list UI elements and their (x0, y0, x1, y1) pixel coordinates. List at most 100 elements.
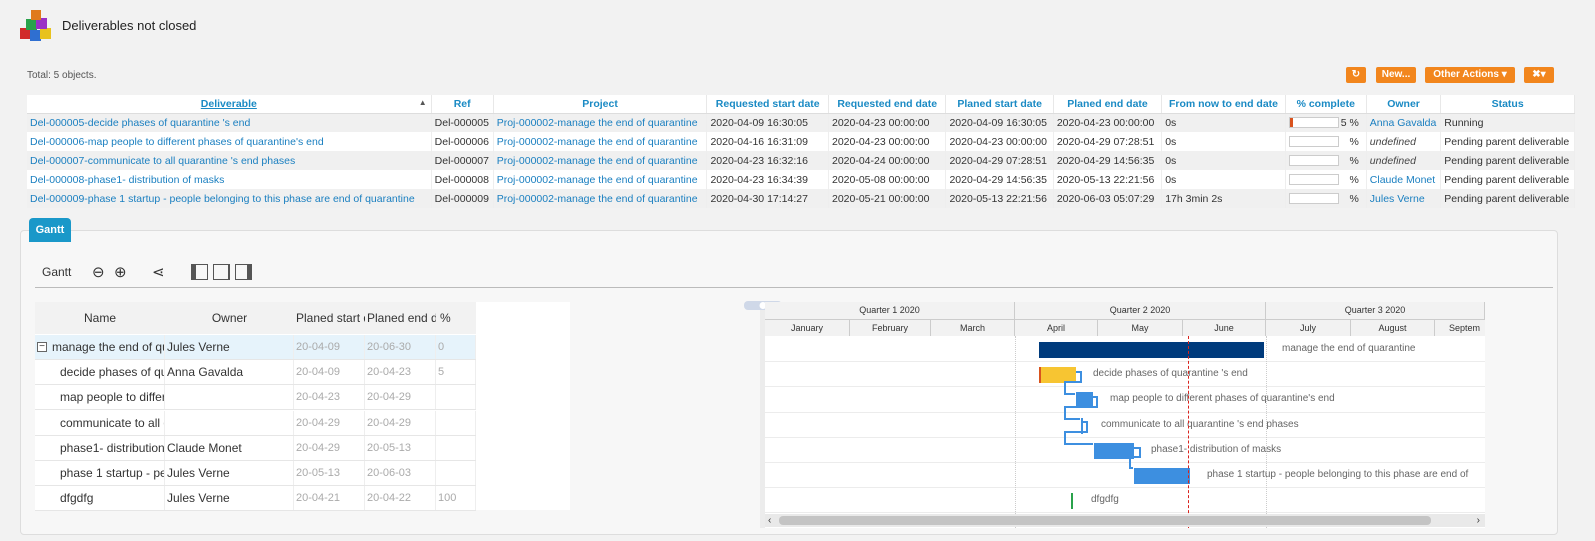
grid-col-end[interactable]: Planed end da (365, 302, 436, 334)
plan-start-cell: 2020-04-29 14:56:35 (945, 170, 1054, 189)
project-link[interactable]: Proj-000002-manage the end of quarantine (493, 170, 708, 189)
plan-end-cell: 2020-04-29 14:56:35 (1053, 151, 1163, 170)
refresh-button[interactable]: ↻ (1346, 67, 1366, 83)
col-plan-start[interactable]: Planed start date (945, 95, 1054, 114)
table-row[interactable]: Del-000007-communicate to all quarantine… (27, 151, 1575, 170)
layout-right-icon[interactable] (235, 264, 252, 280)
table-row[interactable]: Del-000006-map people to different phase… (27, 132, 1575, 151)
owner-cell[interactable]: undefined (1366, 151, 1442, 170)
dependency-link (1129, 447, 1141, 469)
table-row[interactable]: Del-000009-phase 1 startup - people belo… (27, 189, 1575, 208)
new-button[interactable]: New... (1376, 67, 1416, 83)
plan-start-cell: 2020-05-13 22:21:56 (945, 189, 1054, 208)
status-cell: Running (1440, 113, 1575, 132)
plan-start-cell: 2020-04-09 16:30:05 (945, 113, 1054, 132)
grid-cell-owner: Claude Monet (165, 435, 294, 460)
owner-cell[interactable]: Claude Monet (1366, 170, 1442, 189)
scroll-left-icon[interactable]: ‹ (768, 514, 771, 527)
req-start-cell: 2020-04-23 16:34:39 (706, 170, 829, 189)
col-from-now[interactable]: From now to end date (1161, 95, 1286, 114)
progress-fill (1289, 118, 1293, 128)
zoom-out-icon[interactable]: ⊖ (92, 265, 105, 280)
grid-cell-name: dfgdfg (35, 486, 165, 511)
pct-cell: % (1285, 189, 1367, 208)
grid-col-pct[interactable]: % (436, 302, 476, 334)
table-row[interactable]: Del-000005-decide phases of quarantine '… (27, 113, 1575, 132)
deliverable-link[interactable]: Del-000005-decide phases of quarantine '… (27, 113, 432, 132)
deliverable-link[interactable]: Del-000009-phase 1 startup - people belo… (27, 189, 432, 208)
gantt-grid-row[interactable]: decide phases of qu Anna Gavalda 20-04-09 2… (35, 360, 476, 386)
grid-cell-name: map people to differ (35, 385, 165, 410)
project-link[interactable]: Proj-000002-manage the end of quarantine (493, 113, 708, 132)
col-deliverable[interactable]: Deliverable ▲ (27, 95, 432, 114)
gantt-grid-row[interactable]: phase 1 startup - pe Jules Verne 20-05-13 2… (35, 461, 476, 486)
plan-start-cell: 2020-04-23 00:00:00 (945, 132, 1054, 151)
grid-cell-name: phase1- distribution (35, 435, 165, 460)
horizontal-scrollbar[interactable]: ‹ › (765, 514, 1485, 527)
layout-left-icon[interactable] (191, 264, 208, 280)
critical-path-icon[interactable]: ⋖ (152, 265, 165, 280)
deliverable-link[interactable]: Del-000007-communicate to all quarantine… (27, 151, 432, 170)
other-actions-button[interactable]: Other Actions ▾ (1425, 67, 1515, 83)
col-status[interactable]: Status (1440, 95, 1575, 114)
col-pct[interactable]: % complete (1285, 95, 1367, 114)
col-project[interactable]: Project (493, 95, 708, 114)
grid-cell-owner (165, 385, 294, 410)
grid-cell-pct: 0 (436, 335, 476, 359)
grid-cell-start: 20-04-21 (294, 486, 365, 511)
dependency-link (1064, 421, 1093, 445)
tab-gantt[interactable]: Gantt (29, 218, 71, 242)
col-ref[interactable]: Ref (431, 95, 494, 114)
scroll-right-icon[interactable]: › (1477, 514, 1480, 527)
col-req-start[interactable]: Requested start date (706, 95, 829, 114)
gantt-grid-row[interactable]: phase1- distribution Claude Monet 20-04-29… (35, 435, 476, 461)
plan-end-cell: 2020-04-23 00:00:00 (1053, 113, 1163, 132)
owner-cell[interactable]: Anna Gavalda (1366, 113, 1442, 132)
grid-cell-owner: Jules Verne (165, 335, 294, 359)
dependency-link (1064, 371, 1082, 395)
pct-cell: % (1285, 132, 1367, 151)
sort-asc-icon: ▲ (418, 97, 427, 107)
gantt-grid-row[interactable]: manage the end of qu Jules Verne 20-04-09 2… (35, 335, 476, 360)
scroll-thumb[interactable] (779, 516, 1431, 525)
gantt-grid-row[interactable]: dfgdfg Jules Verne 20-04-21 20-04-22 100 (35, 486, 476, 512)
grid-col-owner[interactable]: Owner (165, 302, 294, 334)
grid-cell-pct (436, 385, 476, 410)
grid-cell-owner: Jules Verne (165, 461, 294, 485)
project-link[interactable]: Proj-000002-manage the end of quarantine (493, 151, 708, 170)
ref-cell: Del-000007 (431, 151, 494, 170)
col-req-end[interactable]: Requested end date (828, 95, 947, 114)
page-title: Deliverables not closed (62, 18, 197, 33)
zoom-in-icon[interactable]: ⊕ (114, 265, 127, 280)
grid-cell-start: 20-05-13 (294, 461, 365, 485)
progress-bar (1288, 136, 1339, 148)
gantt-grid-row[interactable]: map people to differ 20-04-23 20-04-29 (35, 385, 476, 411)
status-cell: Pending parent deliverable (1440, 132, 1575, 151)
pct-label: % (1349, 154, 1359, 167)
plan-end-cell: 2020-06-03 05:07:29 (1053, 189, 1163, 208)
grid-cell-end: 20-04-29 (365, 410, 436, 435)
grid-cell-pct: 100 (436, 486, 476, 511)
grid-col-start[interactable]: Planed start d (294, 302, 365, 334)
grid-cell-name: communicate to all q (35, 410, 165, 435)
grid-col-name[interactable]: Name (35, 302, 165, 334)
gantt-grid-row[interactable]: communicate to all q 20-04-29 20-04-29 (35, 410, 476, 436)
deliverable-link[interactable]: Del-000008-phase1- distribution of masks (27, 170, 432, 189)
tools-button[interactable]: ✖▾ (1524, 67, 1554, 83)
grid-cell-end: 20-06-03 (365, 461, 436, 485)
project-link[interactable]: Proj-000002-manage the end of quarantine (493, 189, 708, 208)
table-row[interactable]: Del-000008-phase1- distribution of masks… (27, 170, 1575, 189)
deliverable-link[interactable]: Del-000006-map people to different phase… (27, 132, 432, 151)
gantt-toolbar-label: Gantt (42, 265, 72, 279)
layout-split-icon[interactable] (213, 264, 230, 280)
project-link[interactable]: Proj-000002-manage the end of quarantine (493, 132, 708, 151)
status-cell: Pending parent deliverable (1440, 170, 1575, 189)
ref-cell: Del-000006 (431, 132, 494, 151)
owner-cell[interactable]: Jules Verne (1366, 189, 1442, 208)
grid-cell-pct (436, 410, 476, 435)
req-end-cell: 2020-05-08 00:00:00 (828, 170, 947, 189)
owner-cell[interactable]: undefined (1366, 132, 1442, 151)
col-owner[interactable]: Owner (1366, 95, 1442, 114)
col-plan-end[interactable]: Planed end date (1053, 95, 1163, 114)
collapse-toggle-icon[interactable]: − (37, 342, 47, 352)
